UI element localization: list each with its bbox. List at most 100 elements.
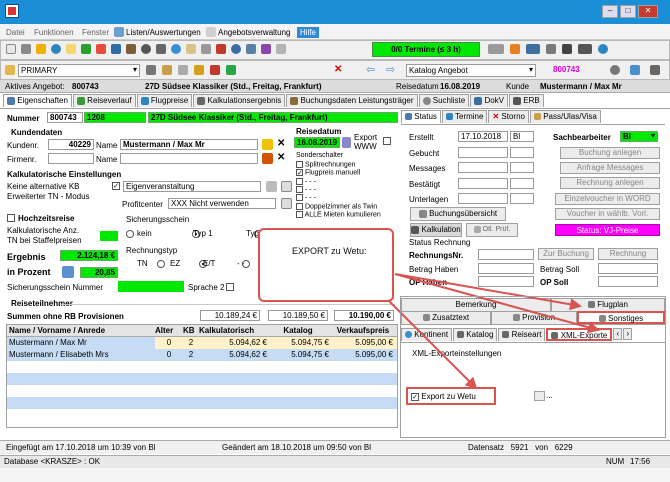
alle-mieten-option[interactable]: ALLE Mieten kumulieren — [296, 211, 386, 219]
dash-option-1[interactable]: - - - — [296, 177, 386, 186]
trip-field[interactable]: 27D Südsee Klassiker (Std., Freitag, Fra… — [148, 112, 398, 123]
menu-fenster[interactable]: Fenster — [82, 28, 109, 37]
menu-listen[interactable]: Listen/Auswertungen — [126, 28, 201, 37]
tab-flugplan[interactable]: Flugplan — [551, 298, 665, 311]
anfrage-button[interactable]: Anfrage Messages — [560, 162, 660, 174]
close-button[interactable]: ✕ — [638, 5, 658, 18]
tab-katalog[interactable]: Katalog — [453, 328, 498, 341]
sprache-checkbox[interactable] — [226, 283, 234, 291]
hochzeitsreise-checkbox[interactable] — [7, 214, 15, 222]
menu-funktionen[interactable]: Funktionen — [34, 28, 74, 37]
maximize-button[interactable]: □ — [620, 5, 636, 18]
tab-zusatztext[interactable]: Zusatztext — [401, 311, 491, 324]
rechnung-anlegen-button[interactable]: Rechnung anlegen — [560, 177, 660, 189]
question-icon[interactable] — [598, 44, 608, 54]
reisedatum-field[interactable]: 16.08.2019 — [294, 137, 340, 148]
col-alter[interactable]: Alter — [155, 325, 183, 336]
tab-status[interactable]: Status — [401, 110, 441, 123]
chart-icon[interactable] — [261, 44, 271, 54]
clock-icon[interactable] — [231, 44, 241, 54]
tab-bemerkung[interactable]: Bemerkung — [401, 298, 551, 311]
eraser-icon[interactable] — [262, 153, 273, 164]
tab-scroll-right-button[interactable]: › — [623, 328, 633, 340]
eigenveranstaltung-field[interactable]: Eigenveranstaltung — [123, 181, 261, 192]
tab-sonstiges[interactable]: Sonstiges — [577, 311, 665, 324]
col-name[interactable]: Name / Vorname / Anrede — [7, 325, 155, 336]
keyboard-icon[interactable] — [578, 44, 592, 54]
export-wetu-checkbox[interactable]: ✓ — [411, 392, 419, 401]
user-icon[interactable] — [111, 44, 121, 54]
zur-buchung-button[interactable]: Zur Buchung — [538, 248, 594, 260]
firmennr-field[interactable] — [48, 153, 94, 164]
table-row[interactable]: Mustermann / Elisabeth Mrs 0 2 5.094,62 … — [7, 349, 397, 361]
refresh-icon[interactable] — [630, 65, 640, 75]
users-icon[interactable] — [246, 44, 256, 54]
mail-icon[interactable] — [186, 44, 196, 54]
buchung-anlegen-button[interactable]: Buchung anlegen — [560, 147, 660, 159]
rechnung-button[interactable]: Rechnung — [598, 248, 658, 260]
clear-name2-icon[interactable]: ✕ — [277, 152, 285, 163]
globe-icon[interactable] — [51, 44, 61, 54]
folder-icon[interactable] — [5, 65, 15, 75]
sicherungsnummer-field[interactable] — [118, 281, 184, 292]
col-katalog[interactable]: Katalog — [267, 325, 329, 336]
cancel-icon[interactable]: ✕ — [334, 64, 342, 75]
tab-storno[interactable]: ✕ Storno — [488, 110, 529, 123]
minimize-button[interactable]: – — [602, 5, 618, 18]
edit-icon[interactable] — [162, 65, 172, 75]
doppelzimmer-option[interactable]: Doppelzimmer als Twin — [296, 202, 386, 211]
tab-erb[interactable]: ERB — [509, 94, 544, 107]
nummer-field[interactable]: 800743 — [47, 112, 83, 123]
splitrechnungen-option[interactable]: Splitrechnungen — [296, 161, 386, 169]
profitcenter-picker-icon[interactable] — [281, 198, 292, 209]
col-vk[interactable]: Verkaufspreis — [329, 325, 397, 336]
tab-kontinent[interactable]: Kontinent — [401, 328, 453, 341]
voucher-vorl-button[interactable]: Voucher in wählb. Vorl. — [555, 208, 660, 220]
tab-dokv[interactable]: DokV — [470, 94, 508, 107]
col-kb[interactable]: KB — [183, 325, 199, 336]
profile-select[interactable]: PRIMARY — [18, 64, 140, 77]
katalog-chevron-icon[interactable]: ▾ — [529, 65, 533, 74]
filter-icon[interactable] — [146, 65, 156, 75]
screen-icon[interactable] — [526, 44, 540, 54]
tab-buchungsdaten[interactable]: Buchungsdaten Leistungsträger — [286, 94, 418, 107]
person-lookup-icon[interactable] — [262, 139, 273, 150]
exit-icon[interactable] — [276, 44, 286, 54]
tab-reiseverlauf[interactable]: Reiseverlauf — [72, 94, 136, 107]
palette-icon[interactable] — [510, 44, 520, 54]
tab-flugpreise[interactable]: Flugpreise — [136, 94, 193, 107]
new-icon[interactable] — [6, 44, 16, 54]
profitcenter-field[interactable]: XXX Nicht verwenden — [168, 198, 276, 209]
alle-mieten-checkbox[interactable] — [296, 211, 303, 219]
chevron-down-icon[interactable]: ▾ — [133, 65, 137, 74]
dash-checkbox-2[interactable] — [296, 186, 303, 194]
katalog-select[interactable]: Katalog Angebot — [406, 64, 536, 77]
world-icon[interactable] — [171, 44, 181, 54]
kalkulation-button[interactable]: Kalkulation — [410, 223, 462, 237]
flugpreis-manuell-option[interactable]: ✓ Flugpreis manuell — [296, 169, 386, 177]
checkmark-icon[interactable] — [226, 65, 236, 75]
print-icon[interactable] — [201, 44, 211, 54]
tab-reiseart[interactable]: Reiseart — [498, 328, 546, 341]
delete-icon[interactable] — [210, 65, 220, 75]
forward-arrow-icon[interactable]: ⇨ — [386, 63, 395, 76]
sachbearbeiter-chevron-icon[interactable]: ▾ — [651, 131, 655, 140]
tab-suchliste[interactable]: Suchliste — [418, 94, 470, 107]
doppelzimmer-checkbox[interactable] — [296, 202, 303, 210]
calendar-pick-icon[interactable] — [342, 137, 351, 148]
clear-name-icon[interactable]: ✕ — [277, 138, 285, 149]
percent-calc-icon[interactable] — [62, 266, 74, 278]
card-icon[interactable] — [488, 44, 504, 54]
otl-pruef-button[interactable]: Otl. Prüf. — [466, 223, 518, 237]
buchungsuebersicht-button[interactable]: Buchungsübersicht — [410, 207, 506, 221]
name-field[interactable]: Mustermann / Max Mr — [120, 139, 258, 150]
tools-icon[interactable] — [21, 44, 31, 54]
person-icon[interactable] — [66, 44, 76, 54]
tab-pass[interactable]: Pass/Ulas/Visa — [529, 110, 601, 123]
info-icon[interactable] — [36, 44, 46, 54]
airplane-icon[interactable] — [81, 44, 91, 54]
termine-indicator[interactable]: 0/0 Termine (≤ 3 h) — [372, 42, 480, 57]
menu-angebotsverwaltung[interactable]: Angebotsverwaltung — [218, 28, 291, 37]
table-row[interactable]: Mustermann / Max Mr 0 2 5.094,62 € 5.094… — [7, 337, 397, 349]
mail-small-icon[interactable] — [281, 181, 292, 192]
